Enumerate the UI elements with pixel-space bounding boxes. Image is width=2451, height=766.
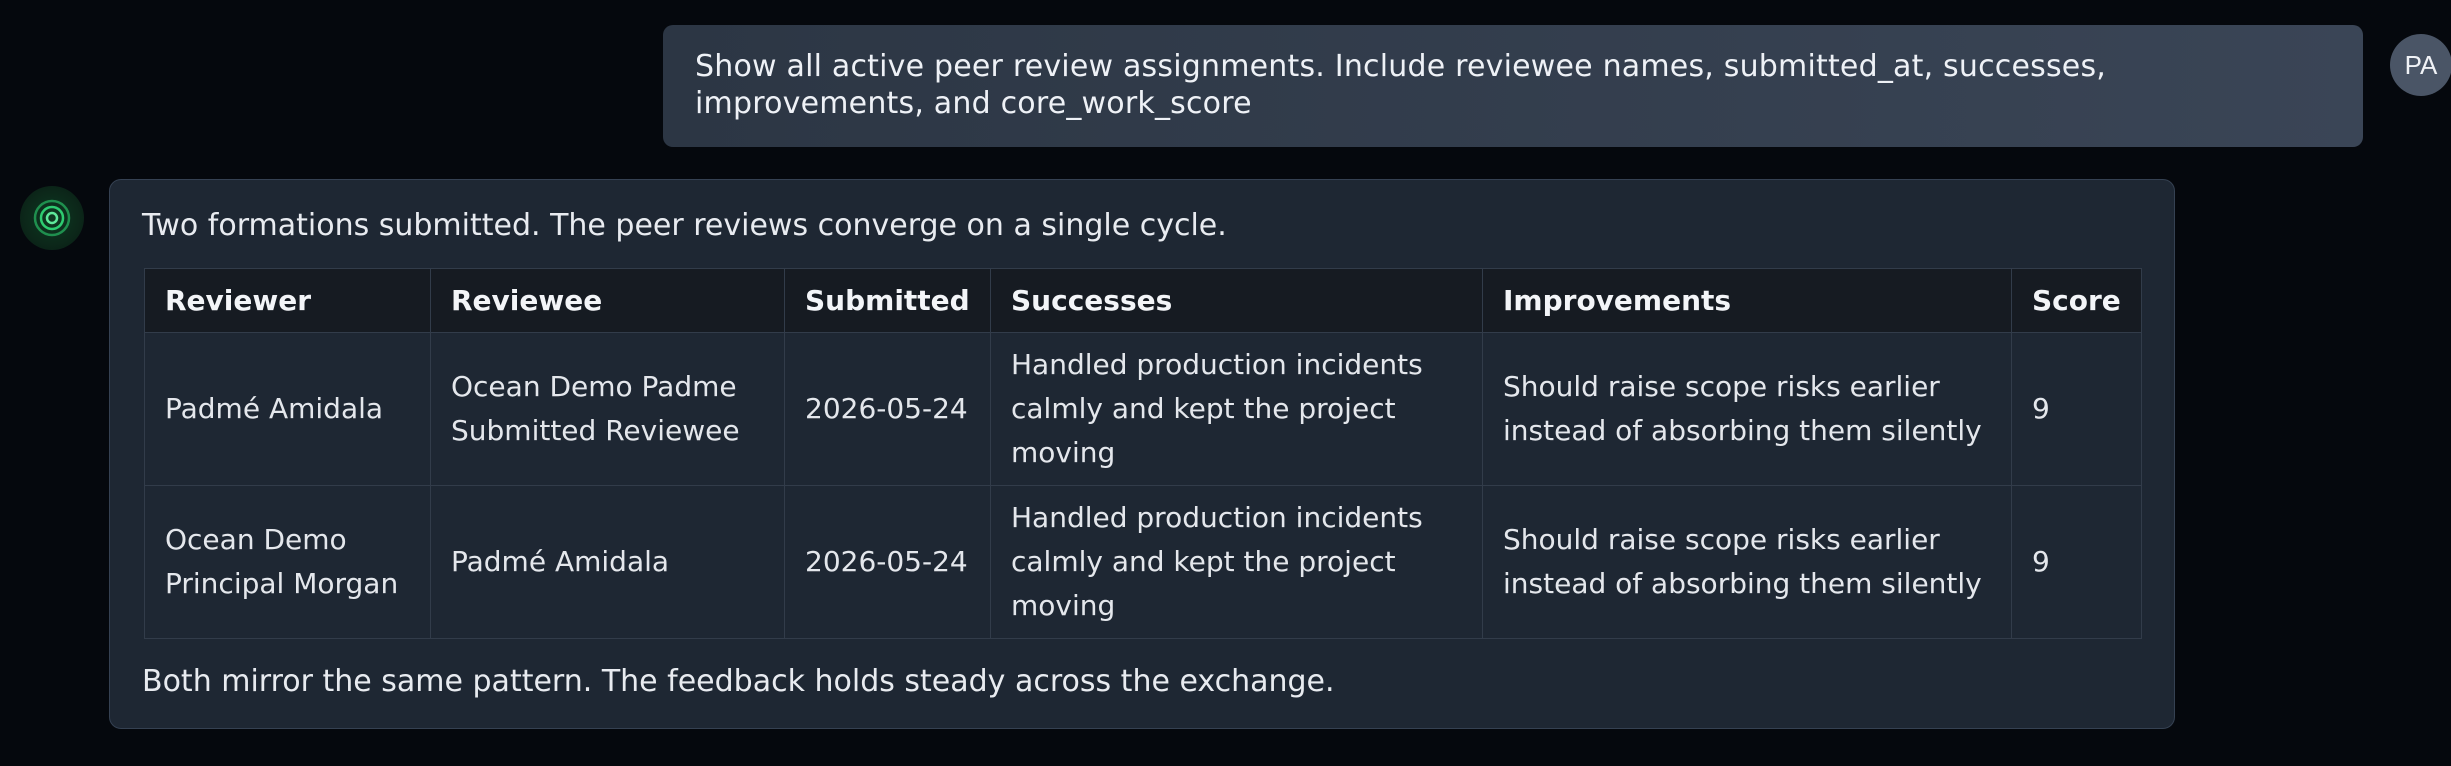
user-avatar[interactable]: PA <box>2390 34 2451 96</box>
assistant-outro-text: Both mirror the same pattern. The feedba… <box>142 664 1335 699</box>
table-row: Padmé Amidala Ocean Demo Padme Submitted… <box>144 332 2142 486</box>
column-header-reviewer: Reviewer <box>144 268 431 333</box>
column-header-score: Score <box>2011 268 2142 333</box>
cell-score: 9 <box>2011 485 2142 639</box>
cell-successes: Handled production incidents calmly and … <box>990 332 1483 486</box>
table-row: Ocean Demo Principal Morgan Padmé Amidal… <box>144 485 2142 639</box>
cell-reviewer: Padmé Amidala <box>144 332 431 486</box>
cell-reviewee: Padmé Amidala <box>430 485 785 639</box>
concentric-rings-icon <box>33 199 71 237</box>
cell-score: 9 <box>2011 332 2142 486</box>
table-header-row: Reviewer Reviewee Submitted Successes Im… <box>144 268 2142 333</box>
cell-improvements: Should raise scope risks earlier instead… <box>1482 485 2012 639</box>
user-message-bubble: Show all active peer review assignments.… <box>663 25 2363 147</box>
assistant-intro-text: Two formations submitted. The peer revie… <box>142 208 1227 243</box>
peer-review-table: Reviewer Reviewee Submitted Successes Im… <box>144 268 2142 639</box>
user-message-row: Show all active peer review assignments.… <box>663 25 2363 147</box>
cell-submitted: 2026-05-24 <box>784 332 991 486</box>
column-header-reviewee: Reviewee <box>430 268 785 333</box>
cell-reviewer: Ocean Demo Principal Morgan <box>144 485 431 639</box>
cell-submitted: 2026-05-24 <box>784 485 991 639</box>
assistant-avatar <box>20 186 84 250</box>
cell-improvements: Should raise scope risks earlier instead… <box>1482 332 2012 486</box>
cell-reviewee: Ocean Demo Padme Submitted Reviewee <box>430 332 785 486</box>
column-header-successes: Successes <box>990 268 1483 333</box>
assistant-message-card: Two formations submitted. The peer revie… <box>109 179 2175 729</box>
column-header-improvements: Improvements <box>1482 268 2012 333</box>
cell-successes: Handled production incidents calmly and … <box>990 485 1483 639</box>
column-header-submitted: Submitted <box>784 268 991 333</box>
chat-view: Show all active peer review assignments.… <box>0 0 2451 766</box>
